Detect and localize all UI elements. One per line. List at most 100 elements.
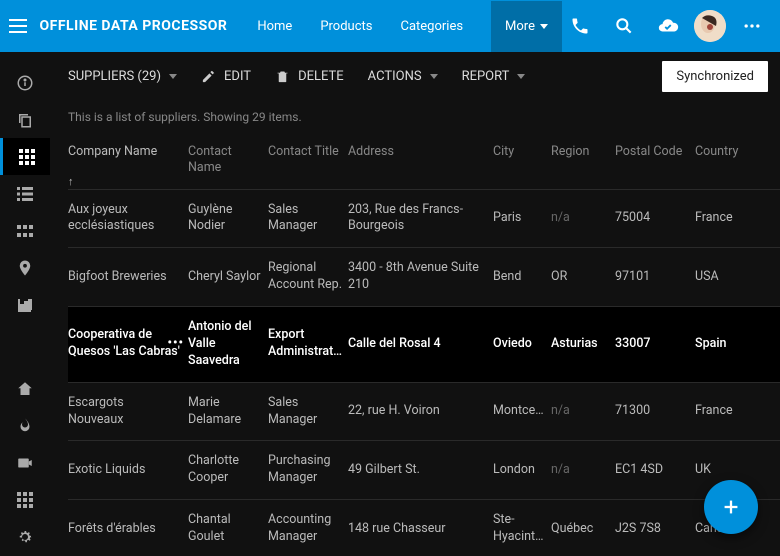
cell-city: Oviedo	[493, 324, 551, 365]
cell-address: Calle del Rosal 4	[348, 324, 493, 365]
cell-address: 49 Gilbert St.	[348, 450, 493, 491]
table-row[interactable]: Escargots NouveauxMarie DelamareSales Ma…	[68, 383, 780, 442]
col-postal[interactable]: Postal Code	[615, 136, 695, 189]
app-title: OFFLINE DATA PROCESSOR	[40, 18, 228, 34]
cell-company: Escargots Nouveaux	[68, 383, 188, 441]
grid-small-icon	[17, 223, 33, 239]
cell-country: Spain	[695, 324, 755, 365]
nav-products[interactable]: Products	[320, 19, 372, 34]
cell-title: Purchasing Manager	[268, 441, 348, 499]
cell-contact: Guylène Nodier	[188, 190, 268, 248]
add-button[interactable]	[704, 480, 758, 534]
cell-country: France	[695, 198, 755, 239]
cell-region: n/a	[551, 391, 615, 432]
sidebar-info[interactable]	[0, 64, 50, 101]
grid-icon	[19, 149, 35, 165]
cell-region: n/a	[551, 450, 615, 491]
actions-button[interactable]: ACTIONS	[368, 69, 438, 84]
gear-icon	[16, 528, 34, 546]
cell-region: n/a	[551, 198, 615, 239]
cell-address: 148 rue Chasseur	[348, 509, 493, 550]
sidebar-grid2[interactable]	[0, 213, 50, 250]
cell-postal: 75004	[615, 198, 695, 239]
chart-icon	[17, 297, 33, 313]
cell-postal: J2S 7S8	[615, 509, 695, 550]
table-row[interactable]: Bigfoot BreweriesCheryl SaylorRegional A…	[68, 248, 780, 307]
cloud-button[interactable]	[650, 8, 686, 44]
cell-postal: 71300	[615, 391, 695, 432]
toolbar-heading[interactable]: SUPPLIERS (29)	[68, 69, 177, 84]
chevron-down-icon	[517, 74, 525, 79]
cell-contact: Marie Delamare	[188, 383, 268, 441]
sidebar-video[interactable]	[0, 445, 50, 482]
search-icon	[614, 16, 634, 36]
col-title[interactable]: Contact Title	[268, 136, 348, 189]
list-icon	[17, 186, 33, 202]
report-button[interactable]: REPORT	[462, 69, 526, 84]
sidebar-home[interactable]	[0, 370, 50, 407]
sidebar-apps[interactable]	[0, 482, 50, 519]
delete-button[interactable]: DELETE	[275, 69, 344, 84]
nav-more[interactable]: More	[491, 1, 562, 52]
table-header: Company Name Contact Name Contact Title …	[68, 136, 780, 190]
cell-title: Export Administrator	[268, 315, 348, 373]
cell-city: London	[493, 450, 551, 491]
col-contact[interactable]: Contact Name	[188, 136, 268, 189]
table-row[interactable]: Forêts d'érablesChantal GouletAccounting…	[68, 500, 780, 556]
cell-company: Aux joyeux ecclésiastiques	[68, 190, 188, 248]
cell-contact: Chantal Goulet	[188, 500, 268, 556]
nav-categories[interactable]: Categories	[400, 19, 463, 34]
row-actions-button[interactable]: •••	[168, 336, 184, 353]
sidebar-settings[interactable]	[0, 519, 50, 556]
sidebar-chart[interactable]	[0, 287, 50, 324]
cell-postal: EC1 4SD	[615, 450, 695, 491]
nav-home[interactable]: Home	[257, 19, 292, 34]
sidebar-list[interactable]	[0, 175, 50, 212]
phone-button[interactable]	[562, 8, 598, 44]
phone-icon	[570, 16, 590, 36]
table-row[interactable]: Aux joyeux ecclésiastiquesGuylène Nodier…	[68, 190, 780, 249]
cell-postal: 97101	[615, 257, 695, 298]
home-icon	[16, 380, 34, 398]
pencil-icon	[201, 69, 216, 84]
info-icon	[16, 74, 34, 92]
cell-region: OR	[551, 257, 615, 298]
sync-status-badge: Synchronized	[662, 61, 768, 92]
avatar-image	[694, 10, 726, 42]
map-pin-icon	[16, 259, 34, 277]
cell-country: USA	[695, 257, 755, 298]
cell-contact: Antonio del Valle Saavedra	[188, 307, 268, 382]
cell-contact: Cheryl Saylor	[188, 257, 268, 298]
cell-title: Regional Account Rep.	[268, 248, 348, 306]
copy-icon	[16, 111, 34, 129]
cell-city: Montce…	[493, 391, 551, 432]
menu-button[interactable]	[6, 6, 30, 46]
search-button[interactable]	[606, 8, 642, 44]
more-menu-button[interactable]	[734, 8, 770, 44]
data-grid: Company Name Contact Name Contact Title …	[68, 136, 780, 556]
table-row[interactable]: Exotic LiquidsCharlotte CooperPurchasing…	[68, 441, 780, 500]
caption: This is a list of suppliers. Showing 29 …	[68, 100, 780, 136]
cell-country: France	[695, 391, 755, 432]
sidebar-copy[interactable]	[0, 101, 50, 138]
plus-icon	[720, 496, 742, 518]
cell-company: Bigfoot Breweries	[68, 257, 188, 298]
chevron-down-icon	[430, 74, 438, 79]
col-company[interactable]: Company Name	[68, 136, 188, 189]
cell-company: Forêts d'érables	[68, 509, 188, 550]
cell-address: 3400 - 8th Avenue Suite 210	[348, 248, 493, 306]
table-row[interactable]: Cooperativa de Quesos 'Las Cabras'•••Ant…	[68, 307, 780, 383]
edit-button[interactable]: EDIT	[201, 69, 251, 84]
sidebar-location[interactable]	[0, 250, 50, 287]
sidebar-hot[interactable]	[0, 407, 50, 444]
col-address[interactable]: Address	[348, 136, 493, 189]
avatar[interactable]	[694, 10, 726, 42]
sidebar-grid[interactable]	[0, 138, 50, 175]
col-country[interactable]: Country	[695, 136, 755, 189]
sidebar	[0, 52, 50, 556]
cell-title: Sales Manager	[268, 383, 348, 441]
cell-city: Bend	[493, 257, 551, 298]
toolbar: SUPPLIERS (29) EDIT DELETE ACTIONS REPOR…	[68, 52, 780, 100]
col-city[interactable]: City	[493, 136, 551, 189]
col-region[interactable]: Region	[551, 136, 615, 189]
